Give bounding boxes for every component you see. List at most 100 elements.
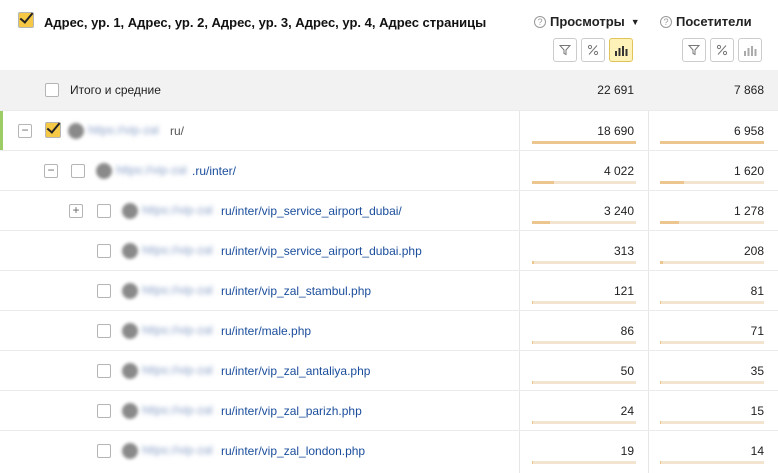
percent-button[interactable] — [710, 38, 734, 62]
visitors-share-fill — [660, 141, 764, 144]
views-share-fill — [532, 461, 533, 464]
visitors-share-fill — [660, 461, 661, 464]
visitors-share-bar — [660, 181, 764, 184]
visitors-share-bar — [660, 341, 764, 344]
table-row[interactable]: https://vip-zal ru/inter/vip_zal_parizh.p… — [0, 390, 778, 430]
row-visitors: 6 958 — [733, 124, 764, 138]
total-views: 22 691 — [597, 83, 634, 97]
row-url-link[interactable]: ru/inter/vip_service_airport_dubai.php — [221, 244, 422, 258]
dimension-header: Адрес, ур. 1, Адрес, ур. 2, Адрес, ур. 3… — [18, 12, 486, 30]
row-url-link[interactable]: ru/inter/vip_zal_london.php — [221, 444, 365, 458]
filter-icon — [688, 45, 700, 56]
bar-chart-icon — [744, 46, 757, 56]
visitors-share-fill — [660, 421, 661, 424]
table-header: Адрес, ур. 1, Адрес, ур. 2, Адрес, ур. 3… — [0, 0, 778, 70]
total-row-checkbox[interactable] — [45, 83, 59, 97]
row-visitors: 15 — [750, 404, 764, 418]
total-row: Итого и средние 22 691 7 868 — [0, 70, 778, 110]
bar-chart-button[interactable] — [738, 38, 762, 62]
redacted-domain: https://vip-zal — [142, 243, 213, 257]
visitors-share-fill — [660, 181, 684, 184]
visitors-column-label: Посетители — [676, 14, 752, 29]
views-column-header[interactable]: ? Просмотры ▼ — [534, 14, 640, 29]
table-row[interactable]: − https://vip-zal .ru/inter/4 022 1 620 — [0, 150, 778, 190]
visitors-share-bar — [660, 141, 764, 144]
views-share-bar — [532, 301, 636, 304]
help-icon[interactable]: ? — [660, 15, 672, 28]
filter-button[interactable] — [553, 38, 577, 62]
favicon-icon — [122, 243, 138, 259]
row-checkbox[interactable] — [97, 204, 111, 218]
expand-icon[interactable]: + — [69, 204, 83, 218]
table-row[interactable]: https://vip-zal ru/inter/vip_zal_london.p… — [0, 430, 778, 470]
row-checkbox[interactable] — [97, 364, 111, 378]
row-checkbox[interactable] — [71, 164, 85, 178]
views-share-fill — [532, 221, 550, 224]
redacted-domain: https://vip-zal — [116, 163, 187, 177]
visitors-column-tools — [682, 38, 762, 62]
row-url-link[interactable]: ru/inter/vip_service_airport_dubai/ — [221, 204, 402, 218]
favicon-icon — [122, 323, 138, 339]
filter-icon — [559, 45, 571, 56]
select-all-checkbox[interactable] — [18, 12, 34, 28]
views-share-bar — [532, 221, 636, 224]
row-checkbox[interactable] — [97, 404, 111, 418]
views-column-label: Просмотры — [550, 14, 625, 29]
row-url-link[interactable]: ru/inter/vip_zal_antaliya.php — [221, 364, 370, 378]
visitors-share-fill — [660, 221, 679, 224]
views-column-tools — [553, 38, 633, 62]
row-views: 121 — [613, 284, 634, 298]
bar-chart-button[interactable] — [609, 38, 633, 62]
redacted-domain: https://vip-zal — [142, 283, 213, 297]
views-share-fill — [532, 261, 535, 264]
visitors-share-bar — [660, 381, 764, 384]
row-checkbox[interactable] — [97, 284, 111, 298]
row-url-link[interactable]: ru/inter/vip_zal_parizh.php — [221, 404, 362, 418]
sort-desc-icon[interactable]: ▼ — [631, 17, 640, 27]
percent-icon — [587, 44, 599, 56]
row-url-link[interactable]: ru/ — [170, 124, 184, 138]
favicon-icon — [68, 123, 84, 139]
table-row[interactable]: − https://vip-zal ru/18 690 6 958 — [0, 110, 778, 150]
row-views: 3 240 — [603, 204, 634, 218]
table-row[interactable]: https://vip-zal ru/inter/vip_zal_antaliya… — [0, 350, 778, 390]
visitors-column-header[interactable]: ? Посетители — [660, 14, 752, 29]
filter-button[interactable] — [682, 38, 706, 62]
row-views: 24 — [620, 404, 634, 418]
collapse-icon[interactable]: − — [18, 124, 32, 138]
views-share-bar — [532, 261, 636, 264]
percent-button[interactable] — [581, 38, 605, 62]
views-share-fill — [532, 421, 533, 424]
row-views: 313 — [613, 244, 634, 258]
row-views: 4 022 — [603, 164, 634, 178]
views-share-fill — [532, 381, 533, 384]
row-visitors: 1 278 — [733, 204, 764, 218]
redacted-domain: https://vip-zal — [142, 403, 213, 417]
help-icon[interactable]: ? — [534, 15, 546, 28]
dimension-title[interactable]: Адрес, ур. 1, Адрес, ур. 2, Адрес, ур. 3… — [44, 15, 486, 30]
row-checkbox-checked[interactable] — [45, 122, 61, 138]
visitors-share-bar — [660, 461, 764, 464]
row-url-link[interactable]: ru/inter/vip_zal_stambul.php — [221, 284, 371, 298]
table-row[interactable]: https://vip-zal ru/inter/male.php 86 71 — [0, 310, 778, 350]
row-checkbox[interactable] — [97, 444, 111, 458]
row-url-link[interactable]: .ru/inter/ — [192, 164, 236, 178]
row-checkbox[interactable] — [97, 324, 111, 338]
views-share-fill — [532, 341, 533, 344]
visitors-share-bar — [660, 421, 764, 424]
row-views: 50 — [620, 364, 634, 378]
table-row[interactable]: https://vip-zal ru/inter/vip_zal_stambul.… — [0, 270, 778, 310]
redacted-domain: https://vip-zal — [142, 323, 213, 337]
bar-chart-icon — [615, 46, 628, 56]
visitors-share-fill — [660, 261, 664, 264]
row-checkbox[interactable] — [97, 244, 111, 258]
table-row[interactable]: https://vip-zal ru/inter/vip_service_airp… — [0, 230, 778, 270]
visitors-share-fill — [660, 381, 661, 384]
row-visitors: 208 — [743, 244, 764, 258]
favicon-icon — [122, 403, 138, 419]
collapse-icon[interactable]: − — [44, 164, 58, 178]
row-visitors: 14 — [750, 444, 764, 458]
views-share-bar — [532, 181, 636, 184]
table-row[interactable]: + https://vip-zal ru/inter/vip_service_air… — [0, 190, 778, 230]
row-url-link[interactable]: ru/inter/male.php — [221, 324, 311, 338]
